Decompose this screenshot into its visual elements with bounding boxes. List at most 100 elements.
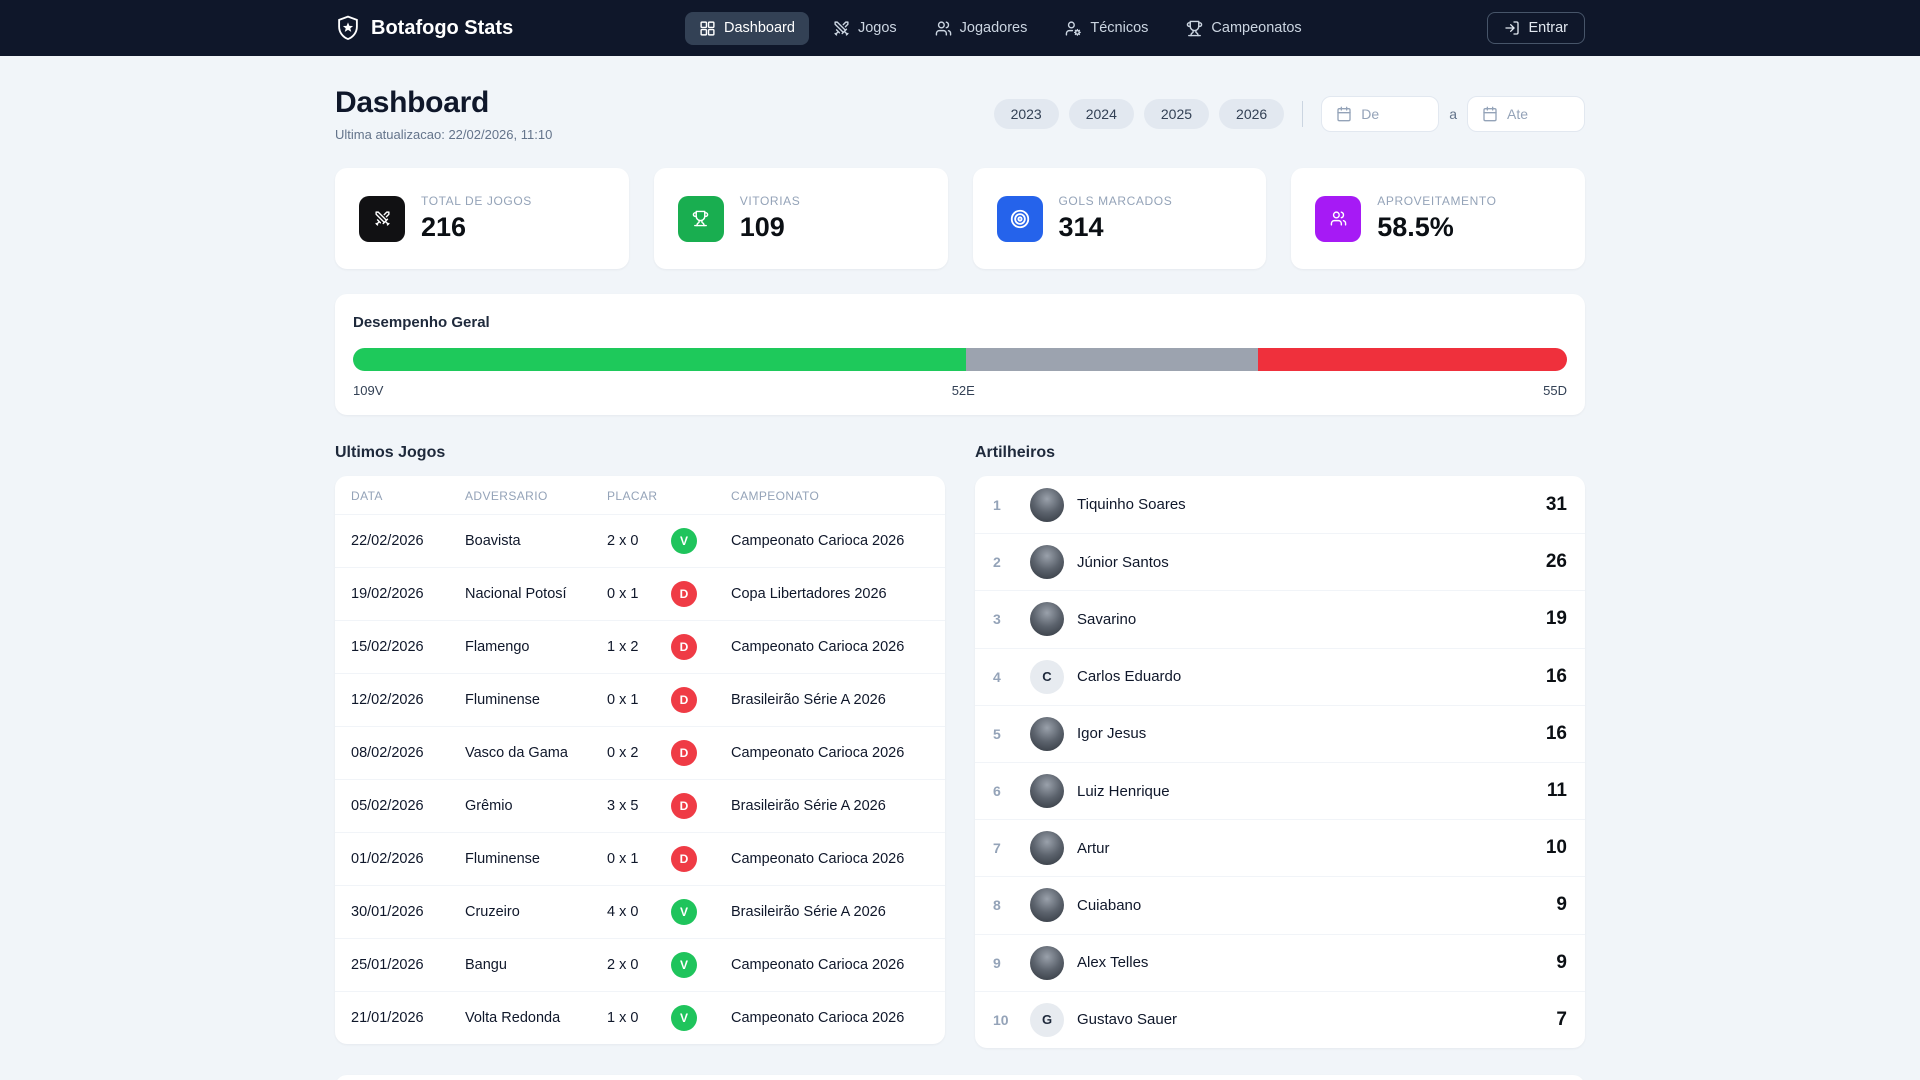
scorer-goals: 11: [1546, 780, 1567, 802]
game-opponent: Grêmio: [465, 798, 513, 814]
scorer-goals: 26: [1545, 551, 1567, 573]
stat-icon-wrap: [1315, 195, 1362, 242]
page-header: Dashboard Ultima atualizacao: 22/02/2026…: [335, 86, 1585, 142]
scorer-name: Gustavo Sauer: [1077, 1011, 1178, 1029]
scorer-name: Júnior Santos: [1077, 553, 1169, 571]
performance-segment-label: 52E: [951, 383, 975, 398]
calendar-icon: [1336, 106, 1352, 122]
player-avatar: [1030, 774, 1064, 809]
performance-bar: [353, 348, 1567, 371]
game-opponent: Fluminense: [465, 851, 540, 867]
game-score: 2 x 0: [607, 957, 639, 973]
game-score: 4 x 0: [607, 904, 639, 920]
last-update-text: Ultima atualizacao: 22/02/2026, 11:10: [335, 127, 553, 142]
result-badge: D: [671, 634, 697, 660]
scorer-name: Igor Jesus: [1077, 725, 1147, 743]
login-icon: [1504, 20, 1520, 36]
nav-item-jogadores[interactable]: Jogadores: [921, 12, 1042, 45]
games-table-header: DATA ADVERSARIO PLACAR CAMPEONATO: [335, 476, 945, 514]
player-avatar: [1030, 831, 1064, 866]
scorer-goals: 16: [1545, 665, 1567, 687]
stat-text: TOTAL DE JOGOS 216: [421, 194, 532, 243]
scorer-name: Savarino: [1077, 610, 1137, 628]
performance-segment-label: 55D: [1543, 383, 1567, 398]
game-date: 05/02/2026: [351, 798, 424, 814]
scorer-goals: 7: [1556, 1008, 1567, 1030]
nav-item-campeonatos[interactable]: Campeonatos: [1172, 12, 1315, 45]
login-button[interactable]: Entrar: [1487, 12, 1585, 44]
scorer-name: Carlos Eduardo: [1077, 668, 1182, 686]
performance-segment-label: 109V: [353, 383, 384, 398]
game-result-cell: V: [671, 952, 731, 978]
performance-segment: [965, 348, 1258, 371]
game-opponent: Bangu: [465, 957, 507, 973]
navbar: Botafogo Stats Dashboard Jogos Jogadores…: [0, 0, 1920, 56]
column-header-data: DATA: [351, 489, 383, 503]
game-opponent: Flamengo: [465, 639, 530, 655]
game-row: 01/02/2026 Fluminense 0 x 1 D Campeonato Car…: [335, 832, 945, 885]
game-opponent: Fluminense: [465, 692, 540, 708]
performance-segment: [1257, 348, 1567, 371]
scorer-row: 3 Savarino 19: [975, 590, 1585, 647]
game-score: 3 x 5: [607, 798, 639, 814]
result-badge: V: [671, 899, 697, 925]
year-chip-2024[interactable]: 2024: [1068, 99, 1134, 129]
year-chip-2025[interactable]: 2025: [1143, 99, 1210, 129]
nav-item-jogos[interactable]: Jogos: [819, 12, 911, 45]
player-avatar: [1030, 945, 1064, 980]
scorer-row: 5 Igor Jesus 16: [975, 704, 1585, 762]
filter-divider: [1302, 101, 1304, 127]
stat-card: TOTAL DE JOGOS 216: [335, 168, 629, 269]
game-result-cell: V: [671, 528, 731, 554]
scorer-rank: 3: [993, 611, 1001, 628]
scorer-rank: 2: [993, 554, 1001, 571]
game-score: 0 x 1: [607, 851, 639, 867]
grid-icon: [699, 20, 716, 37]
performance-title: Desempenho Geral: [353, 314, 490, 331]
date-from-input[interactable]: De: [1321, 96, 1440, 132]
target-icon: [1009, 208, 1031, 230]
stats-grid: TOTAL DE JOGOS 216 VITORIAS 109 GOLS MARCA…: [335, 168, 1585, 269]
scorer-rank: 6: [993, 783, 1001, 800]
player-avatar: [1030, 487, 1064, 522]
result-badge: D: [671, 846, 697, 872]
game-result-cell: V: [671, 1005, 731, 1031]
column-header-placar: PLACAR: [607, 489, 658, 503]
date-to-placeholder: Ate: [1507, 106, 1529, 122]
scorer-name: Luiz Henrique: [1077, 782, 1170, 800]
brand[interactable]: Botafogo Stats: [335, 15, 513, 41]
scorer-goals: 9: [1556, 951, 1567, 973]
nav-menu: Dashboard Jogos Jogadores Técnicos Campe…: [685, 11, 1316, 45]
column-header-adversario: ADVERSARIO: [465, 489, 548, 503]
stat-card: APROVEITAMENTO 58.5%: [1291, 168, 1585, 269]
scorer-goals: 9: [1556, 894, 1567, 916]
users-icon: [1330, 210, 1347, 227]
performance-labels: 109V 52E 55D: [353, 383, 1567, 398]
game-opponent: Volta Redonda: [465, 1010, 561, 1026]
calendar-icon: [1482, 106, 1498, 122]
scorer-name: Artur: [1077, 839, 1110, 857]
recent-games-section: Ultimos Jogos DATA ADVERSARIO PLACAR CAM…: [335, 444, 945, 1048]
scorer-row: 7 Artur 10: [975, 819, 1585, 876]
stat-icon-wrap: [359, 195, 405, 242]
game-score: 0 x 1: [607, 692, 639, 708]
nav-item-label: Jogadores: [959, 20, 1028, 36]
game-date: 19/02/2026: [351, 586, 424, 602]
scorer-row: 10 G Gustavo Sauer 7: [975, 990, 1585, 1048]
result-badge: D: [671, 581, 697, 607]
nav-item-dashboard[interactable]: Dashboard: [685, 11, 809, 45]
scorer-goals: 31: [1545, 493, 1567, 515]
game-row: 25/01/2026 Bangu 2 x 0 V Campeonato Carioca …: [335, 938, 945, 991]
date-to-input[interactable]: Ate: [1467, 96, 1585, 132]
year-chip-2023[interactable]: 2023: [993, 99, 1059, 129]
trophy-icon: [692, 210, 709, 227]
year-chip-2026[interactable]: 2026: [1219, 99, 1285, 129]
users-icon: [935, 20, 952, 37]
nav-item-tecnicos[interactable]: Técnicos: [1051, 12, 1162, 45]
stat-icon-wrap: [677, 195, 724, 242]
top-scorers-panel: 1 Tiquinho Soares 31 2 Júnior Santos 26 3 Savar…: [975, 476, 1585, 1048]
game-championship: Brasileirão Série A 2026: [731, 798, 886, 814]
stat-text: VITORIAS 109: [740, 194, 801, 243]
game-opponent: Cruzeiro: [465, 904, 520, 920]
scorer-rank: 9: [993, 954, 1001, 971]
